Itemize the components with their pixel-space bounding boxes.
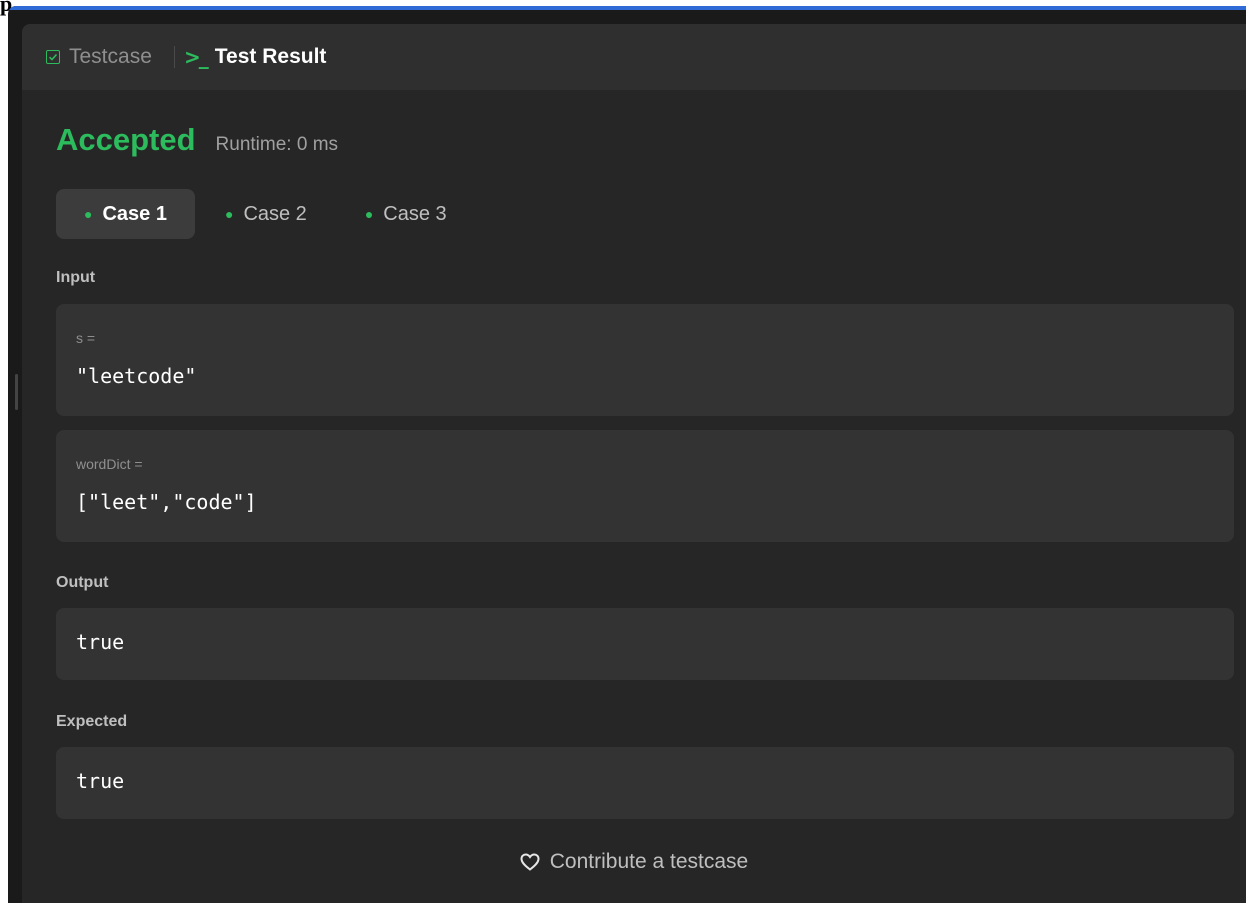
case-tab-2[interactable]: ● Case 2	[197, 189, 335, 239]
resize-handle[interactable]	[15, 374, 18, 410]
case-tab-label: Case 1	[102, 202, 167, 225]
param-value[interactable]: "leetcode"	[76, 364, 196, 388]
pass-dot-icon: ●	[224, 206, 234, 222]
case-tab-1[interactable]: ● Case 1	[56, 189, 195, 239]
expected-heading: Expected	[56, 713, 128, 730]
output-value[interactable]: true	[76, 630, 124, 654]
param-value[interactable]: ["leet","code"]	[76, 490, 257, 514]
runtime-label: Runtime: 0 ms	[215, 134, 339, 155]
expected-box: true	[56, 747, 1234, 819]
case-tab-label: Case 3	[383, 202, 447, 225]
contribute-label: Contribute a testcase	[549, 850, 749, 873]
test-result-panel: Testcase >_ Test Result Accepted Runtime…	[22, 24, 1246, 903]
input-param-s: s = "leetcode"	[56, 304, 1234, 416]
pass-dot-icon: ●	[364, 206, 374, 222]
tab-divider	[174, 46, 175, 68]
input-heading: Input	[56, 269, 96, 286]
tab-testcase[interactable]: Testcase	[46, 24, 152, 90]
tab-test-result-label: Test Result	[214, 45, 327, 68]
pass-dot-icon: ●	[84, 206, 93, 222]
panel-tabbar: Testcase >_ Test Result	[22, 24, 1246, 90]
result-window: Testcase >_ Test Result Accepted Runtime…	[8, 6, 1246, 903]
terminal-icon: >_	[184, 45, 209, 69]
case-tab-label: Case 2	[243, 202, 307, 225]
case-tab-3[interactable]: ● Case 3	[337, 189, 475, 239]
expected-value[interactable]: true	[76, 769, 124, 793]
contribute-testcase-button[interactable]: Contribute a testcase	[22, 850, 1246, 874]
input-param-worddict: wordDict = ["leet","code"]	[56, 430, 1234, 542]
verdict-label: Accepted	[56, 122, 196, 157]
param-name: s =	[76, 330, 96, 346]
output-heading: Output	[56, 574, 109, 591]
tab-test-result[interactable]: >_ Test Result	[184, 24, 326, 90]
tab-testcase-label: Testcase	[69, 45, 152, 68]
param-name: wordDict =	[76, 456, 143, 472]
case-tabs: ● Case 1 ● Case 2 ● Case 3	[56, 189, 477, 239]
output-box: true	[56, 608, 1234, 680]
heart-icon	[520, 853, 540, 871]
result-status: Accepted Runtime: 0 ms	[56, 122, 338, 158]
focus-accent-line	[8, 6, 1246, 10]
check-icon	[46, 50, 60, 64]
